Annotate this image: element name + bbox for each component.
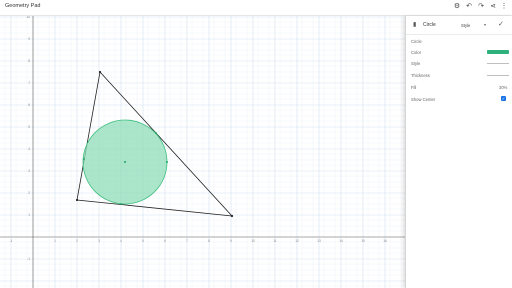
panel-title: Circle (423, 22, 436, 28)
triangle-vertex[interactable] (98, 70, 102, 74)
circle-handle-point[interactable] (166, 161, 168, 163)
redo-icon[interactable]: ↷ (476, 2, 486, 12)
x-tick-label: 9 (230, 239, 232, 243)
x-tick-label: 16 (383, 239, 387, 243)
circle-center-point[interactable] (124, 161, 126, 163)
style-dropdown[interactable]: Style (461, 23, 470, 28)
color-label: Color (411, 50, 422, 55)
x-tick-label: 4 (120, 239, 122, 243)
geometry-canvas[interactable]: -1 1 2 3 4 5 6 7 8 9 10 11 12 13 14 15 1… (0, 16, 405, 288)
y-tick-label: 8 (28, 59, 30, 63)
style-label: Style (411, 61, 421, 66)
x-tick-label: 6 (164, 239, 166, 243)
x-tick-label: 8 (208, 239, 210, 243)
y-tick-label: -1 (27, 257, 30, 261)
x-tick-label: 2 (76, 239, 78, 243)
color-swatch[interactable] (487, 50, 509, 54)
y-tick-label: 4 (28, 147, 30, 151)
x-tick-label: 13 (317, 239, 321, 243)
x-tick-label: 10 (251, 239, 255, 243)
undo-icon[interactable]: ↶ (464, 2, 474, 12)
y-tick-label: 6 (28, 103, 30, 107)
triangle-vertex[interactable] (230, 214, 234, 218)
shape-type-icon: ▮ (413, 22, 417, 28)
app-title: Geometry Pad (5, 3, 41, 9)
show-center-label: Show Center (411, 97, 436, 102)
x-tick-labels: -1 1 2 3 4 5 6 7 8 9 10 11 12 13 14 15 1… (10, 239, 387, 243)
thickness-slider[interactable] (487, 75, 509, 76)
x-tick-label: 12 (295, 239, 299, 243)
y-tick-label: 2 (28, 191, 30, 195)
x-tick-label: 15 (361, 239, 365, 243)
fill-value[interactable]: 30% (499, 85, 507, 90)
panel-header: ▮ Circle Style ▾ ✓ (406, 16, 512, 35)
properties-panel: ▮ Circle Style ▾ ✓ Circle Color Style Th… (405, 16, 512, 288)
y-tick-label: 10 (26, 16, 30, 19)
y-tick-label: 3 (28, 169, 30, 173)
x-tick-label: 1 (54, 239, 56, 243)
grid-major (0, 16, 405, 288)
thickness-label: Thickness (411, 73, 430, 78)
x-tick-label: 11 (273, 239, 277, 243)
y-tick-label: 5 (28, 125, 30, 129)
x-tick-label: -1 (10, 239, 13, 243)
chevron-down-icon[interactable]: ▾ (484, 22, 486, 27)
section-label: Circle (411, 39, 422, 44)
share-icon[interactable]: ⋖ (488, 2, 498, 12)
y-tick-label: 1 (28, 213, 30, 217)
x-tick-label: 3 (98, 239, 100, 243)
tangent-point[interactable] (83, 158, 85, 160)
x-tick-label: 7 (186, 239, 188, 243)
line-style-selector[interactable] (487, 63, 509, 64)
tangent-point[interactable] (155, 132, 157, 134)
top-bar: Geometry Pad ⚙ ↶ ↷ ⋖ ⋮ (0, 0, 512, 16)
more-options-icon[interactable]: ⋮ (499, 2, 509, 12)
grid-minor (0, 16, 405, 288)
tangent-point[interactable] (120, 203, 122, 205)
fill-label: Fill (411, 85, 417, 90)
x-tick-label: 14 (339, 239, 343, 243)
y-tick-label: 7 (28, 81, 30, 85)
confirm-check-icon[interactable]: ✓ (498, 20, 504, 28)
show-center-checkbox[interactable]: ✓ (501, 96, 506, 101)
x-tick-label: 5 (142, 239, 144, 243)
settings-icon[interactable]: ⚙ (452, 2, 462, 12)
triangle-vertex[interactable] (75, 198, 79, 202)
y-tick-label: 9 (28, 37, 30, 41)
